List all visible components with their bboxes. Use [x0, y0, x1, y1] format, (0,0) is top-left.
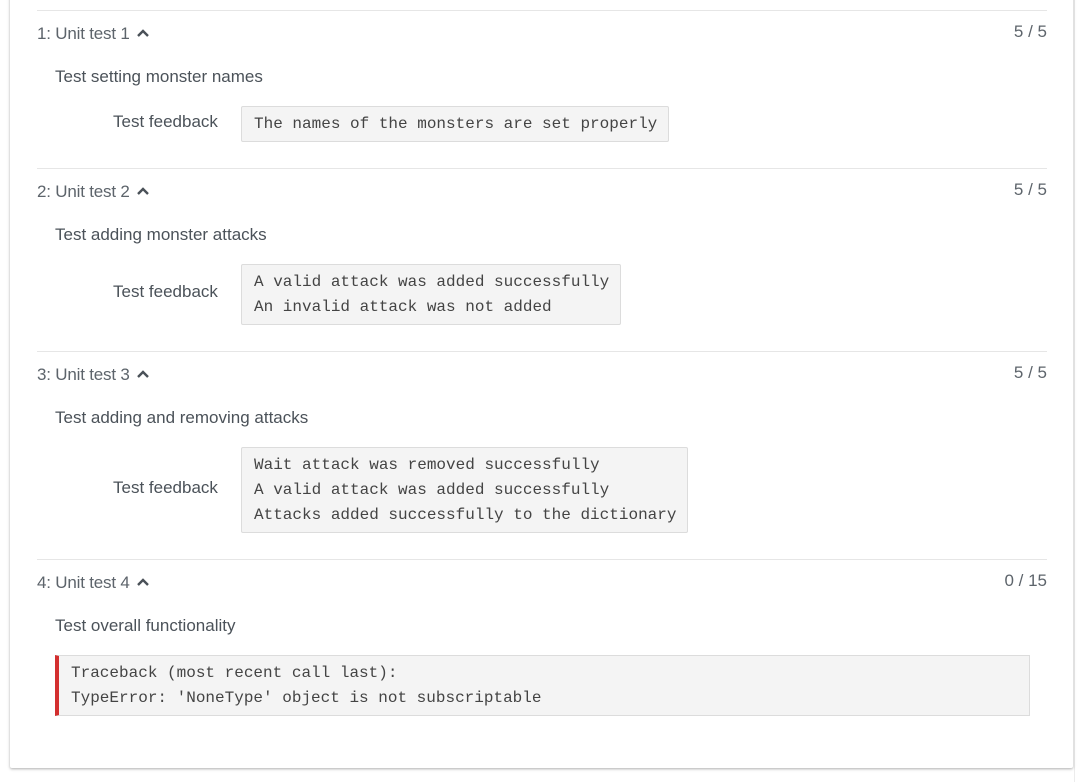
test-item: 4: Unit test 4 0 / 15 Test overall funct… [37, 559, 1047, 750]
test-description: Test setting monster names [55, 67, 263, 86]
test-item: 3: Unit test 3 5 / 5 Test adding and rem… [37, 351, 1047, 560]
feedback-label: Test feedback [113, 282, 218, 301]
test-title[interactable]: 3: Unit test 3 [37, 365, 150, 385]
test-score: 5 / 5 [1013, 363, 1047, 382]
test-item: 1: Unit test 1 5 / 5 Test setting monste… [37, 10, 1047, 169]
chevron-up-icon[interactable] [136, 575, 150, 589]
error-line: Traceback (most recent call last): [71, 664, 398, 682]
test-header[interactable]: 3: Unit test 3 5 / 5 [37, 352, 1047, 396]
feedback-line: An invalid attack was not added [254, 298, 552, 316]
scrollbar-track[interactable] [1074, 0, 1089, 782]
feedback-box: A valid attack was added successfully An … [241, 264, 622, 325]
error-traceback-box: Traceback (most recent call last): TypeEr… [55, 655, 1030, 716]
feedback-box: The names of the monsters are set proper… [241, 106, 670, 142]
feedback-line: Attacks added successfully to the dictio… [254, 506, 677, 524]
test-header[interactable]: 4: Unit test 4 0 / 15 [37, 560, 1047, 604]
chevron-up-icon[interactable] [136, 26, 150, 40]
feedback-label: Test feedback [113, 478, 218, 497]
test-description: Test adding monster attacks [55, 225, 267, 244]
test-header[interactable]: 1: Unit test 1 5 / 5 [37, 11, 1047, 55]
test-title[interactable]: 2: Unit test 2 [37, 182, 150, 202]
test-results-card: 1: Unit test 1 5 / 5 Test setting monste… [10, 0, 1073, 768]
test-title[interactable]: 4: Unit test 4 [37, 573, 150, 593]
test-header[interactable]: 2: Unit test 2 5 / 5 [37, 169, 1047, 213]
error-line: TypeError: 'NoneType' object is not subs… [71, 689, 542, 707]
test-score: 0 / 15 [1004, 571, 1047, 590]
test-score: 5 / 5 [1013, 22, 1047, 41]
chevron-up-icon[interactable] [136, 367, 150, 381]
test-description: Test overall functionality [55, 616, 236, 635]
feedback-box: Wait attack was removed successfully A va… [241, 447, 689, 533]
feedback-line: A valid attack was added successfully [254, 273, 610, 291]
feedback-label: Test feedback [113, 112, 218, 131]
test-score: 5 / 5 [1013, 180, 1047, 199]
feedback-line: The names of the monsters are set proper… [254, 115, 658, 133]
feedback-line: Wait attack was removed successfully [254, 456, 600, 474]
test-item: 2: Unit test 2 5 / 5 Test adding monster… [37, 168, 1047, 352]
test-description: Test adding and removing attacks [55, 408, 309, 427]
chevron-up-icon[interactable] [136, 184, 150, 198]
feedback-line: A valid attack was added successfully [254, 481, 610, 499]
test-title[interactable]: 1: Unit test 1 [37, 24, 150, 44]
